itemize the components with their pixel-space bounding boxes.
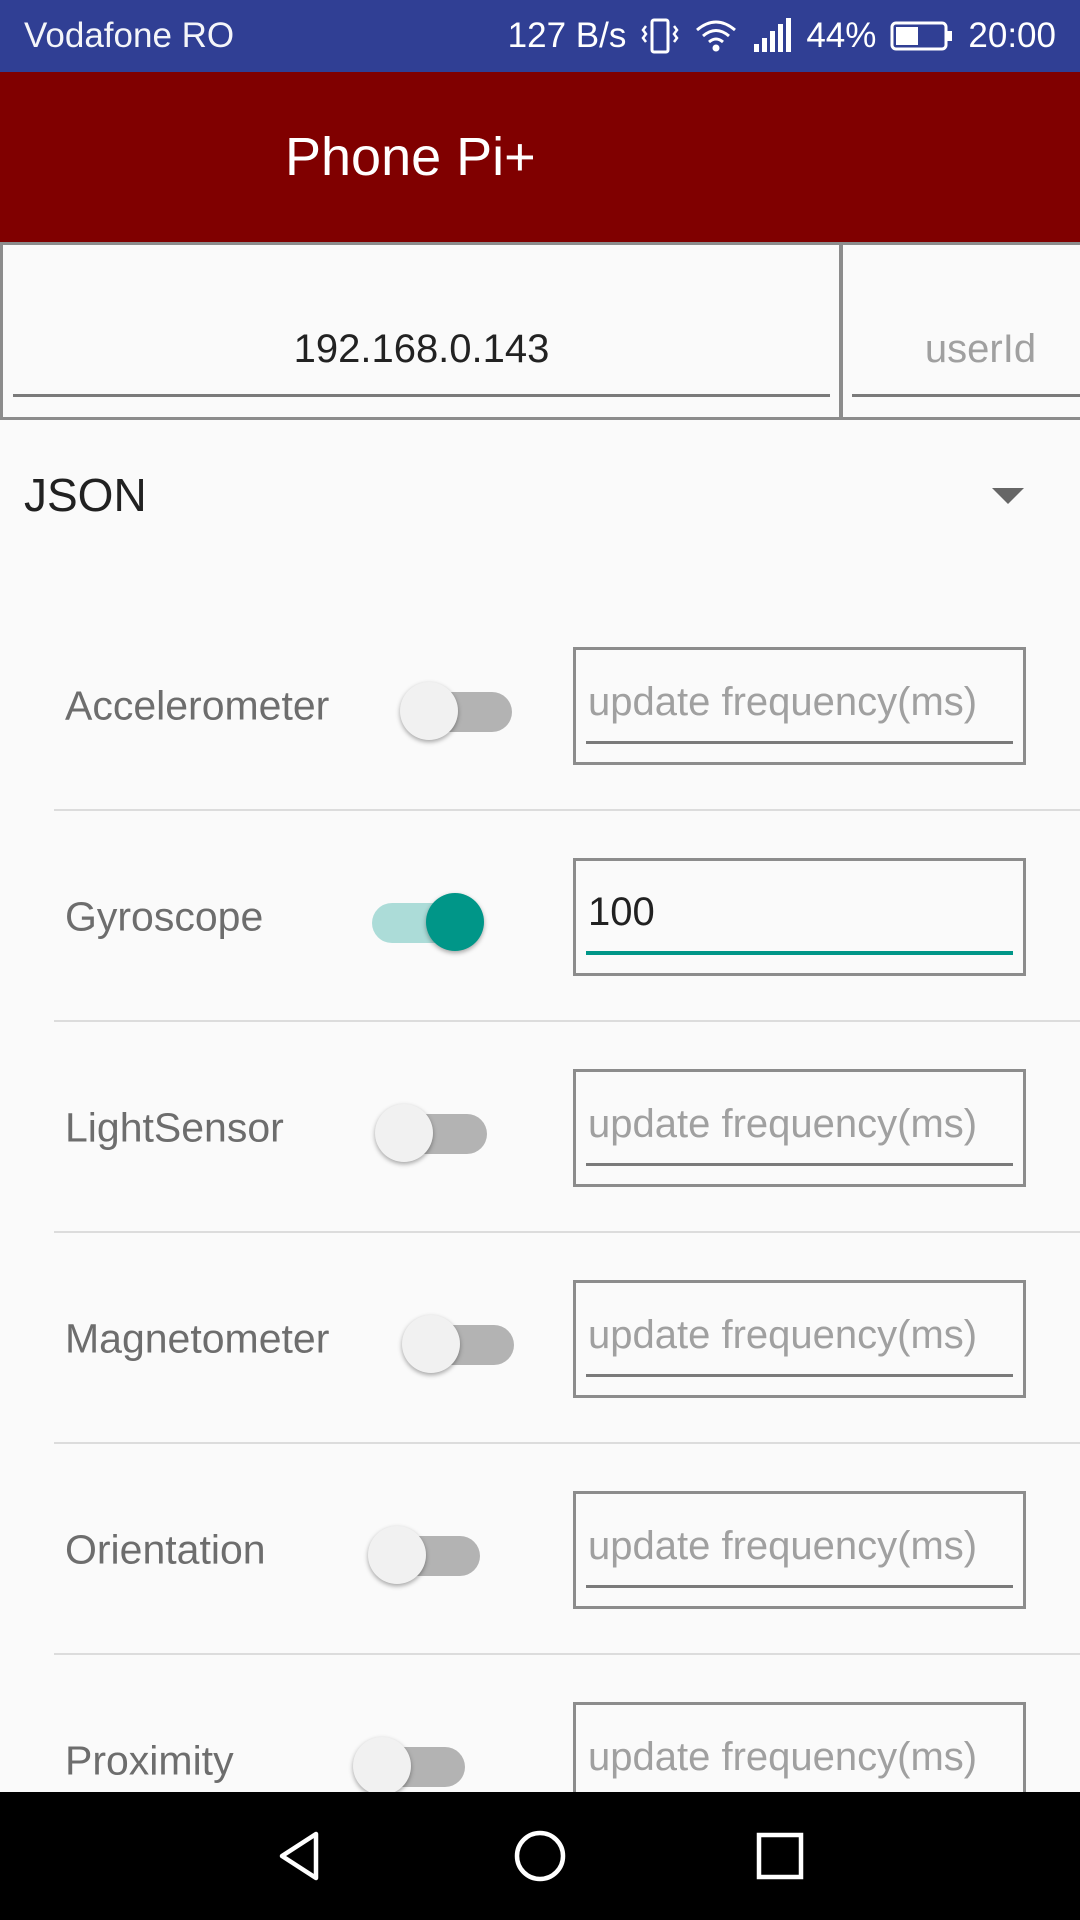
connection-row: [0, 242, 1080, 420]
magnetometer-toggle[interactable]: [402, 1307, 514, 1373]
proximity-frequency-input[interactable]: [586, 1718, 1013, 1799]
sensor-label: Magnetometer: [65, 1315, 330, 1361]
frequency-box: [573, 646, 1026, 765]
proximity-toggle[interactable]: [353, 1729, 465, 1795]
accelerometer-frequency-input[interactable]: [586, 663, 1013, 744]
orientation-frequency-input[interactable]: [586, 1507, 1013, 1588]
sensor-row-orientation: Orientation: [0, 1444, 1080, 1655]
lightsensor-frequency-input[interactable]: [586, 1085, 1013, 1166]
status-bar: Vodafone RO 127 B/s 44% 20:00: [0, 0, 1080, 72]
switch-thumb: [375, 1103, 433, 1162]
lightsensor-toggle[interactable]: [375, 1096, 487, 1162]
gyroscope-frequency-input[interactable]: [586, 874, 1013, 955]
home-button[interactable]: [470, 1792, 610, 1920]
sensor-row-accelerometer: Accelerometer: [0, 600, 1080, 811]
gyroscope-toggle[interactable]: [372, 885, 484, 951]
user-id-box: [839, 242, 1080, 420]
user-id-input[interactable]: [852, 305, 1080, 397]
recents-button[interactable]: [710, 1792, 850, 1920]
carrier-name: Vodafone RO: [24, 16, 235, 55]
sensor-label: LightSensor: [65, 1104, 284, 1150]
frequency-box: [573, 1279, 1026, 1398]
clock: 20:00: [968, 16, 1056, 55]
accelerometer-toggle[interactable]: [400, 674, 512, 740]
app-title: Phone Pi+: [285, 127, 536, 187]
sensor-row-gyroscope: Gyroscope: [0, 811, 1080, 1022]
vibrate-icon: [640, 18, 680, 54]
app-bar: Phone Pi+: [0, 72, 1080, 242]
switch-thumb: [400, 681, 458, 740]
sensor-label: Accelerometer: [65, 682, 330, 728]
status-icons: 127 B/s 44% 20:00: [508, 16, 1056, 56]
back-icon: [279, 1831, 319, 1881]
ip-address-input[interactable]: [13, 305, 830, 397]
net-speed: 127 B/s: [507, 16, 627, 55]
home-icon: [514, 1830, 566, 1882]
format-selected-value: JSON: [24, 469, 147, 521]
navigation-bar: [0, 1792, 1080, 1920]
sensor-row-lightsensor: LightSensor: [0, 1022, 1080, 1233]
ip-address-box: [0, 242, 843, 420]
magnetometer-frequency-input[interactable]: [586, 1296, 1013, 1377]
switch-thumb: [353, 1736, 411, 1795]
battery-icon: [890, 20, 954, 52]
sensor-label: Orientation: [65, 1526, 266, 1572]
sensor-label: Gyroscope: [65, 893, 264, 939]
frequency-box: [573, 857, 1026, 976]
sensor-label: Proximity: [65, 1737, 234, 1783]
dropdown-arrow-icon: [992, 488, 1024, 504]
switch-thumb: [402, 1314, 460, 1373]
switch-thumb: [426, 892, 484, 951]
frequency-box: [573, 1490, 1026, 1609]
back-button[interactable]: [230, 1792, 370, 1920]
battery-percent: 44%: [806, 16, 877, 55]
recents-icon: [756, 1832, 804, 1880]
switch-thumb: [368, 1525, 426, 1584]
frequency-box: [573, 1068, 1026, 1187]
signal-icon: [752, 18, 792, 54]
orientation-toggle[interactable]: [368, 1518, 480, 1584]
sensor-row-magnetometer: Magnetometer: [0, 1233, 1080, 1444]
format-dropdown[interactable]: JSON: [0, 430, 1080, 560]
wifi-icon: [694, 18, 738, 54]
